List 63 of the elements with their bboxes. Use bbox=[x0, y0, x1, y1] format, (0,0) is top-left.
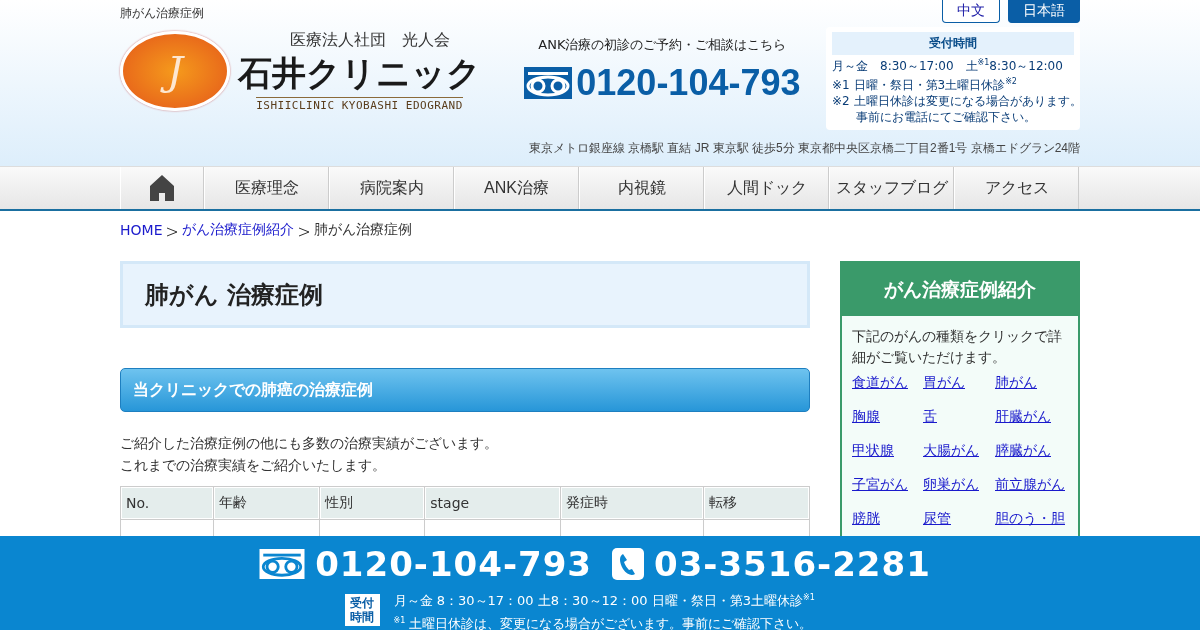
cancer-link[interactable]: 尿管 bbox=[923, 510, 951, 526]
free-dial-number: 0120-104-793 bbox=[315, 544, 592, 584]
separator-icon bbox=[166, 226, 179, 237]
cancer-link[interactable]: 卵巣がん bbox=[923, 476, 979, 492]
nav-tab[interactable]: 病院案内 bbox=[329, 167, 454, 209]
free-dial-icon bbox=[259, 549, 306, 579]
page-label: 肺がん治療症例 bbox=[120, 5, 204, 22]
hours-text: 事前にお電話にてご確認下さい。 bbox=[855, 109, 1037, 125]
language-tab[interactable]: 中文 bbox=[942, 0, 1000, 23]
nav-tab[interactable]: 医療理念 bbox=[204, 167, 329, 209]
breadcrumb-link[interactable]: HOME bbox=[120, 222, 163, 238]
cancer-link[interactable]: 大腸がん bbox=[923, 442, 979, 458]
column-header: 性別 bbox=[319, 486, 425, 520]
nav-tab[interactable]: スタッフブログ bbox=[829, 167, 954, 209]
column-header: 年齢 bbox=[213, 486, 320, 520]
language-tab[interactable]: 日本語 bbox=[1008, 0, 1080, 23]
section-heading: 当クリニックでの肺癌の治療症例 bbox=[120, 368, 810, 412]
organization-name: 医療法人社団 光人会 bbox=[289, 30, 450, 51]
cancer-link[interactable]: 胸腺 bbox=[852, 408, 880, 424]
footer-hours-text: $^{※1}$ 土曜日休診は、変更になる場合がございます。事前にご確認下さい。 bbox=[393, 614, 814, 630]
home-tab[interactable] bbox=[120, 167, 204, 209]
nav-tab[interactable]: 人間ドック bbox=[704, 167, 829, 209]
breadcrumb-current: 肺がん治療症例 bbox=[314, 221, 413, 239]
cancer-link[interactable]: 前立腺がん bbox=[995, 476, 1065, 492]
column-header: stage bbox=[424, 486, 561, 520]
nav-tab[interactable]: ANK治療 bbox=[454, 167, 579, 209]
intro-text: ご紹介した治療症例の他にも多数の治療実績がございます。 これまでの治療実績をご紹介いたします。 bbox=[120, 434, 499, 475]
cancer-link[interactable]: 胆のう・胆 bbox=[995, 510, 1065, 526]
sidebar-title: がん治療症例紹介 bbox=[842, 263, 1078, 316]
footer-hours-text: 月～金 8：30～17：00 土8：30～12：00 日曜・祭日・第3土曜休診$^{※1}$ bbox=[393, 592, 815, 611]
hours-title: 受付時間 bbox=[832, 32, 1074, 55]
cancer-link[interactable]: 膵臓がん bbox=[995, 442, 1051, 458]
phone-number: 0120-104-793 bbox=[576, 62, 801, 104]
page-title: 肺がん 治療症例 bbox=[120, 261, 810, 328]
column-header: 転移 bbox=[703, 486, 810, 520]
phone-number: 03-3516-2281 bbox=[654, 544, 931, 584]
separator-icon bbox=[298, 226, 311, 237]
logo-mark: J bbox=[120, 31, 230, 111]
sidebar-description: 下記のがんの種類をクリックで詳細がご覧いただけます。 bbox=[852, 327, 1063, 367]
cancer-link[interactable]: 食道がん bbox=[852, 374, 908, 390]
cancer-link[interactable]: 肝臓がん bbox=[995, 408, 1051, 424]
contact-caption: ANK治療の初診のご予約・ご相談はこちら bbox=[538, 36, 787, 54]
cancer-link[interactable]: 甲状腺 bbox=[852, 442, 894, 458]
cancer-link[interactable]: 舌 bbox=[923, 408, 937, 424]
clinic-name: 石井クリニック bbox=[238, 52, 481, 95]
nav-tab[interactable]: アクセス bbox=[954, 167, 1079, 209]
column-header: 発症時 bbox=[560, 486, 704, 520]
hours-text: ※1 日曜・祭日・第3土曜日休診$^{※2}$ bbox=[832, 76, 1018, 93]
breadcrumb-link[interactable]: がん治療症例紹介 bbox=[182, 221, 295, 239]
hours-text: ※2 土曜日休診は変更になる場合があります。 bbox=[832, 93, 1074, 109]
free-dial-icon bbox=[524, 67, 573, 99]
clinic-subtitle: ISHIICLINIC KYOBASHI EDOGRAND bbox=[256, 97, 463, 112]
address-text: 東京メトロ銀座線 京橋駅 直結 JR 東京駅 徒歩5分 東京都中央区京橋二丁目2番1号 京橋エドグラン24階 bbox=[527, 140, 1080, 157]
cancer-link[interactable]: 膀胱 bbox=[852, 510, 880, 526]
cancer-link[interactable]: 胃がん bbox=[923, 374, 965, 390]
phone-icon bbox=[612, 548, 644, 580]
nav-tab[interactable]: 内視鏡 bbox=[579, 167, 704, 209]
column-header: No. bbox=[120, 486, 214, 520]
cancer-link[interactable]: 肺がん bbox=[995, 374, 1037, 390]
home-icon bbox=[150, 175, 174, 201]
cancer-link[interactable]: 子宮がん bbox=[852, 476, 908, 492]
hours-badge: 受付時間 bbox=[345, 594, 380, 627]
hours-text: 月～金 8:30～17:00 土$^{※1}$8:30～12:00 bbox=[832, 57, 1064, 74]
